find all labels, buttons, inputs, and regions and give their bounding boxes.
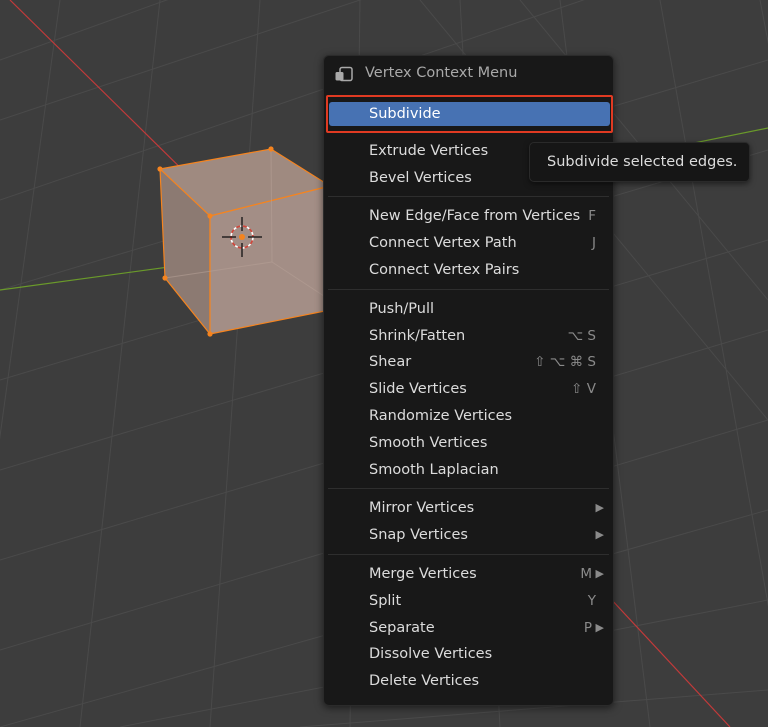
tooltip-text: Subdivide selected edges. [547, 154, 738, 170]
menu-item-connect-vertex-pairs[interactable]: Connect Vertex Pairs [325, 257, 612, 283]
menu-separator [328, 554, 609, 555]
menu-item-shortcut: ⇧ V [571, 381, 596, 398]
menu-item-new-edge-face-from-vertices[interactable]: New Edge/Face from Vertices F [325, 203, 612, 229]
menu-item-smooth-vertices[interactable]: Smooth Vertices [325, 430, 612, 456]
menu-item-connect-vertex-path[interactable]: Connect Vertex Path J [325, 230, 612, 256]
menu-separator [328, 288, 609, 290]
menu-item-shortcut: F [588, 208, 596, 225]
menu-item-push-pull[interactable]: Push/Pull [325, 296, 612, 322]
menu-item-label: Smooth Laplacian [369, 461, 499, 478]
submenu-arrow-icon: ▶ [595, 501, 604, 515]
menu-item-shrink-fatten[interactable]: Shrink/Fatten ⌥ S [325, 323, 612, 349]
grid-line [209, 0, 261, 727]
menu-item-split[interactable]: Split Y [325, 588, 612, 614]
x-axis-line-near [609, 597, 731, 727]
menu-item-slide-vertices[interactable]: Slide Vertices ⇧ V [325, 376, 612, 402]
menu-item-randomize-vertices[interactable]: Randomize Vertices [325, 403, 612, 429]
menu-item-mirror-vertices[interactable]: Mirror Vertices ▶ [325, 495, 612, 521]
menu-item-label: Bevel Vertices [369, 169, 472, 186]
menu-item-label: Delete Vertices [369, 673, 480, 690]
menu-item-shortcut: ⇧ ⌥ ⌘ S [534, 354, 596, 371]
menu-item-shortcut: Y [587, 592, 596, 609]
menu-title: Vertex Context Menu [365, 65, 518, 81]
menu-separator [328, 488, 609, 490]
annotation-highlight-box [326, 95, 613, 133]
menu-item-separate[interactable]: Separate P ▶ [325, 615, 612, 641]
menu-item-label: New Edge/Face from Vertices [369, 208, 581, 225]
submenu-arrow-icon: ▶ [595, 528, 604, 542]
menu-item-label: Slide Vertices [369, 381, 467, 398]
menu-item-label: Mirror Vertices [369, 500, 475, 517]
menu-separator [328, 196, 609, 198]
menu-item-label: Separate [369, 619, 435, 636]
menu-item-label: Shrink/Fatten [369, 327, 466, 344]
menu-item-smooth-laplacian[interactable]: Smooth Laplacian [325, 457, 612, 483]
grid-line [759, 0, 768, 45]
menu-item-label: Merge Vertices [369, 566, 477, 582]
grid-line [0, 0, 61, 440]
tooltip: Subdivide selected edges. [529, 142, 750, 182]
menu-item-label: Extrude Vertices [369, 142, 489, 159]
menu-item-merge-vertices[interactable]: Merge Vertices M ▶ [325, 561, 612, 587]
cube-mesh [157, 146, 332, 337]
menu-item-label: Connect Vertex Pairs [369, 262, 520, 278]
menu-header: Vertex Context Menu [324, 56, 613, 92]
menu-item-shortcut: P [583, 619, 592, 636]
menu-item-delete-vertices[interactable]: Delete Vertices [325, 668, 612, 694]
menu-item-label: Smooth Vertices [369, 434, 488, 451]
grid-line [0, 0, 169, 61]
menu-item-shear[interactable]: Shear ⇧ ⌥ ⌘ S [325, 349, 612, 375]
menu-item-snap-vertices[interactable]: Snap Vertices ▶ [325, 522, 612, 548]
menu-item-label: Shear [369, 354, 412, 371]
menu-item-dissolve-vertices[interactable]: Dissolve Vertices [325, 641, 612, 667]
menu-item-shortcut: ⌥ S [567, 327, 596, 344]
submenu-arrow-icon: ▶ [595, 620, 604, 634]
menu-icon [334, 66, 354, 86]
menu-item-label: Dissolve Vertices [369, 646, 493, 663]
menu-item-label: Randomize Vertices [369, 408, 513, 424]
submenu-arrow-icon: ▶ [595, 567, 604, 580]
menu-item-shortcut: M [580, 566, 592, 582]
menu-item-label: Push/Pull [369, 300, 435, 317]
menu-item-label: Split [369, 592, 402, 609]
menu-item-shortcut: J [592, 235, 596, 252]
menu-item-label: Connect Vertex Path [369, 235, 517, 252]
menu-item-label: Snap Vertices [369, 527, 468, 544]
